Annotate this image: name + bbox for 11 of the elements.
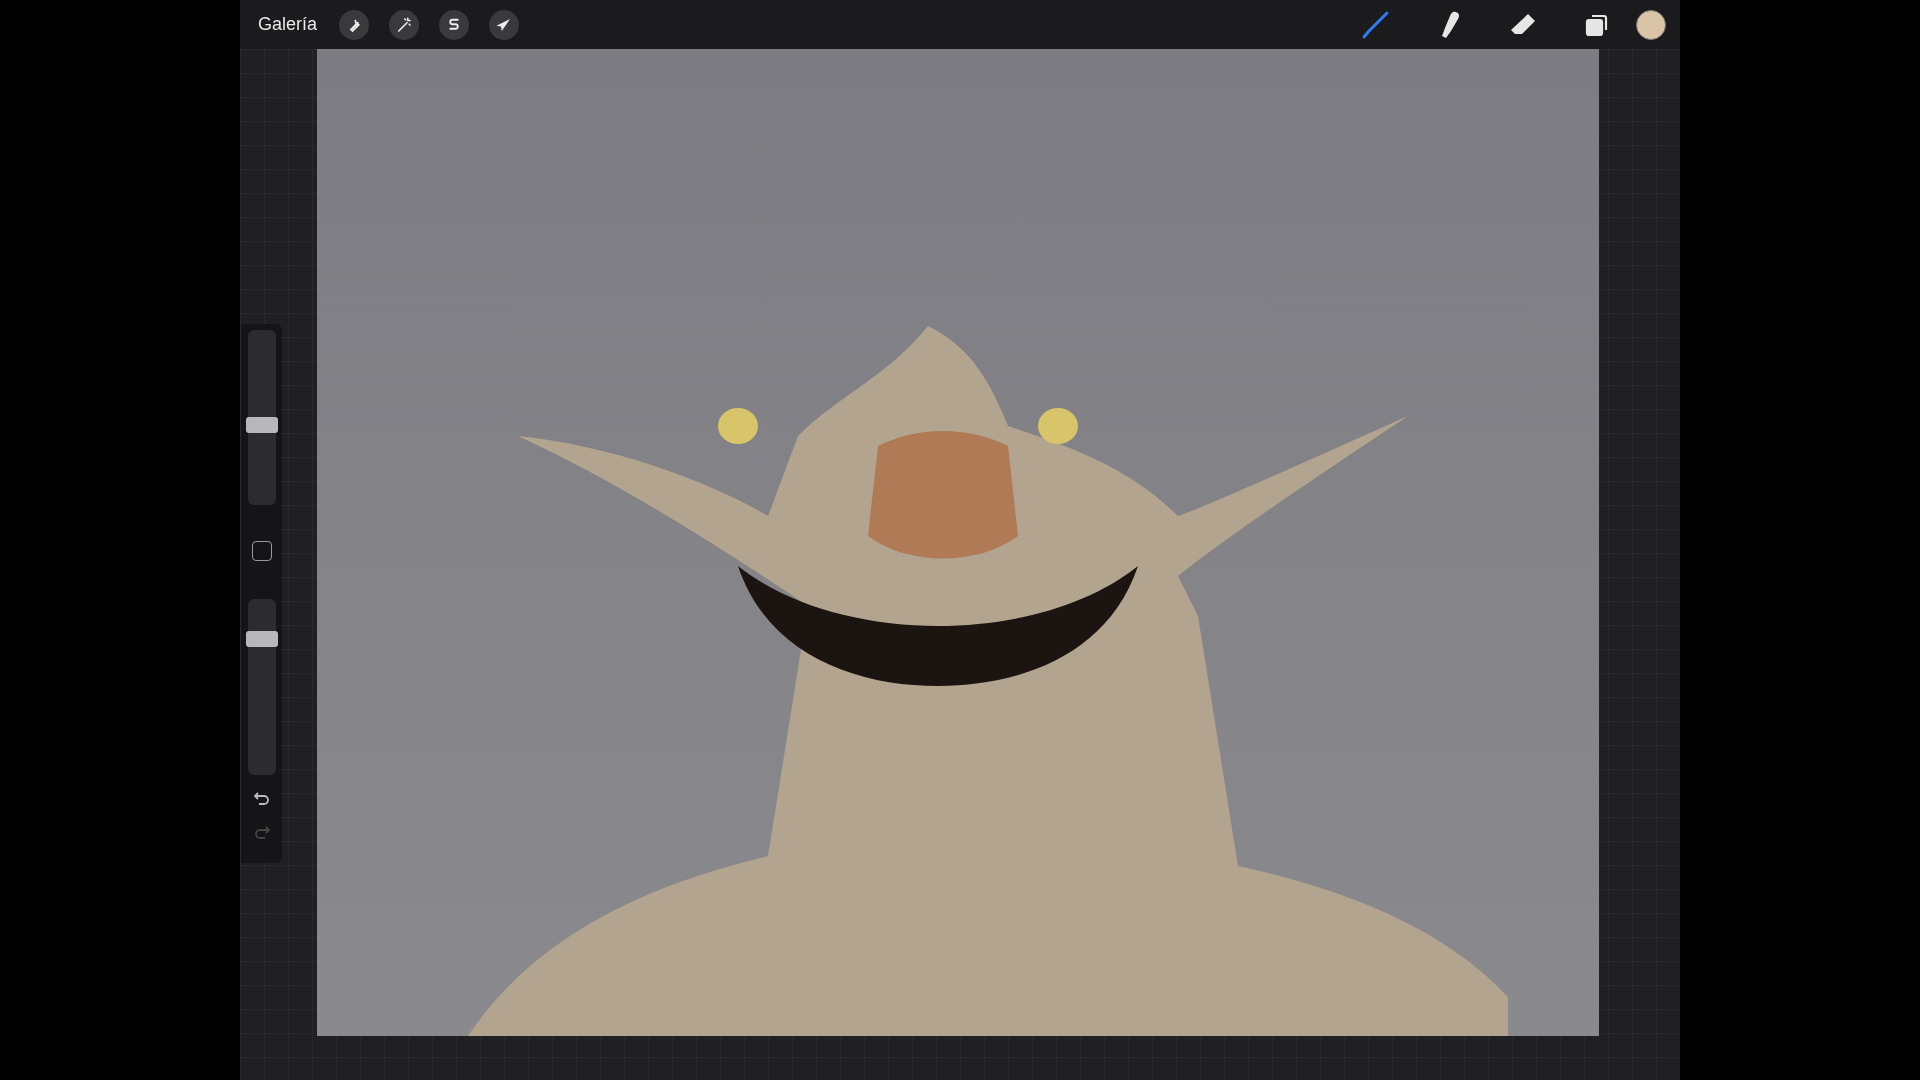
slider-thumb[interactable] — [245, 416, 278, 433]
gallery-link[interactable]: Galería — [258, 14, 318, 35]
opacity-slider[interactable] — [247, 599, 276, 775]
modify-square-button[interactable] — [251, 541, 272, 561]
redo-arrow-icon — [252, 825, 271, 841]
undo-arrow-icon — [252, 791, 271, 807]
slider-thumb[interactable] — [245, 631, 278, 648]
brush-icon — [1360, 9, 1390, 40]
color-swatch[interactable] — [1636, 9, 1666, 40]
brush-size-slider[interactable] — [247, 330, 276, 505]
magic-wand-icon — [395, 15, 414, 34]
